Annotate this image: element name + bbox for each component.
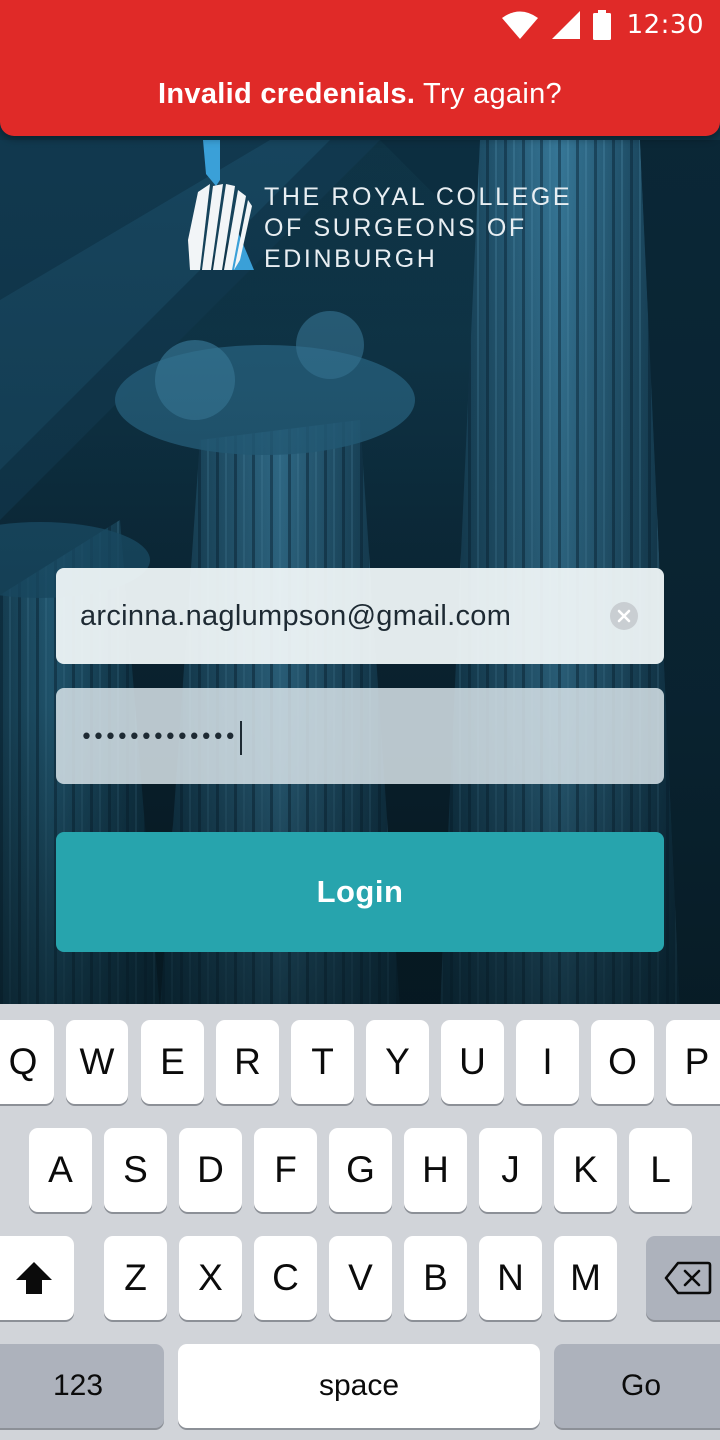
status-icons: 12:30	[501, 8, 704, 42]
cellular-signal-icon	[551, 11, 580, 39]
shift-icon	[16, 1262, 52, 1294]
college-name-line-3: EDINBURGH	[264, 245, 438, 273]
email-value[interactable]: arcinna.naglumpson@gmail.com	[80, 568, 511, 664]
key-n[interactable]: N	[479, 1236, 542, 1320]
college-name: THE ROYAL COLLEGE OF SURGEONS OF EDINBUR…	[264, 182, 572, 275]
key-e[interactable]: E	[141, 1020, 204, 1104]
status-bar: 12:30	[0, 0, 720, 48]
key-j[interactable]: J	[479, 1128, 542, 1212]
college-name-line-1: THE ROYAL COLLEGE	[264, 183, 573, 211]
college-name-line-2: OF SURGEONS OF	[264, 214, 527, 242]
key-b[interactable]: B	[404, 1236, 467, 1320]
key-g[interactable]: G	[329, 1128, 392, 1212]
key-s[interactable]: S	[104, 1128, 167, 1212]
key-l[interactable]: L	[629, 1128, 692, 1212]
password-value[interactable]: •••••••••••••	[80, 688, 242, 788]
login-button[interactable]: Login	[56, 832, 664, 952]
go-key[interactable]: Go	[554, 1344, 720, 1428]
login-screen: 12:30 Invalid credenials. Try again? THE…	[0, 0, 720, 1440]
college-logo: THE ROYAL COLLEGE OF SURGEONS OF EDINBUR…	[186, 140, 586, 280]
backspace-key[interactable]	[646, 1236, 720, 1320]
key-r[interactable]: R	[216, 1020, 279, 1104]
key-w[interactable]: W	[66, 1020, 128, 1104]
college-crest-icon	[188, 140, 254, 270]
status-time: 12:30	[626, 10, 704, 40]
key-x[interactable]: X	[179, 1236, 242, 1320]
error-banner[interactable]: 12:30 Invalid credenials. Try again?	[0, 0, 720, 136]
key-v[interactable]: V	[329, 1236, 392, 1320]
email-field[interactable]: arcinna.naglumpson@gmail.com	[56, 568, 664, 664]
key-d[interactable]: D	[179, 1128, 242, 1212]
numbers-key[interactable]: 123	[0, 1344, 164, 1428]
key-u[interactable]: U	[441, 1020, 504, 1104]
shift-key[interactable]	[0, 1236, 74, 1320]
key-a[interactable]: A	[29, 1128, 92, 1212]
key-q[interactable]: Q	[0, 1020, 54, 1104]
key-t[interactable]: T	[291, 1020, 354, 1104]
key-o[interactable]: O	[591, 1020, 654, 1104]
key-f[interactable]: F	[254, 1128, 317, 1212]
key-z[interactable]: Z	[104, 1236, 167, 1320]
battery-icon	[592, 10, 611, 40]
error-message-bold: Invalid credenials.	[158, 78, 416, 110]
password-mask: •••••••••••••	[80, 725, 237, 750]
key-c[interactable]: C	[254, 1236, 317, 1320]
key-y[interactable]: Y	[366, 1020, 429, 1104]
password-field[interactable]: •••••••••••••	[56, 688, 664, 784]
key-p[interactable]: P	[666, 1020, 720, 1104]
error-message: Invalid credenials. Try again?	[0, 72, 720, 116]
key-m[interactable]: M	[554, 1236, 617, 1320]
key-i[interactable]: I	[516, 1020, 579, 1104]
backspace-icon	[664, 1261, 712, 1295]
error-message-retry[interactable]: Try again?	[415, 78, 562, 110]
clear-email-button[interactable]	[610, 602, 638, 630]
on-screen-keyboard: Q W E R T Y U I O P A S D F G H J K L Z …	[0, 1004, 720, 1440]
clear-icon	[617, 609, 631, 623]
key-k[interactable]: K	[554, 1128, 617, 1212]
key-h[interactable]: H	[404, 1128, 467, 1212]
wifi-icon	[501, 11, 538, 39]
text-cursor	[239, 721, 242, 755]
space-key[interactable]: space	[178, 1344, 540, 1428]
